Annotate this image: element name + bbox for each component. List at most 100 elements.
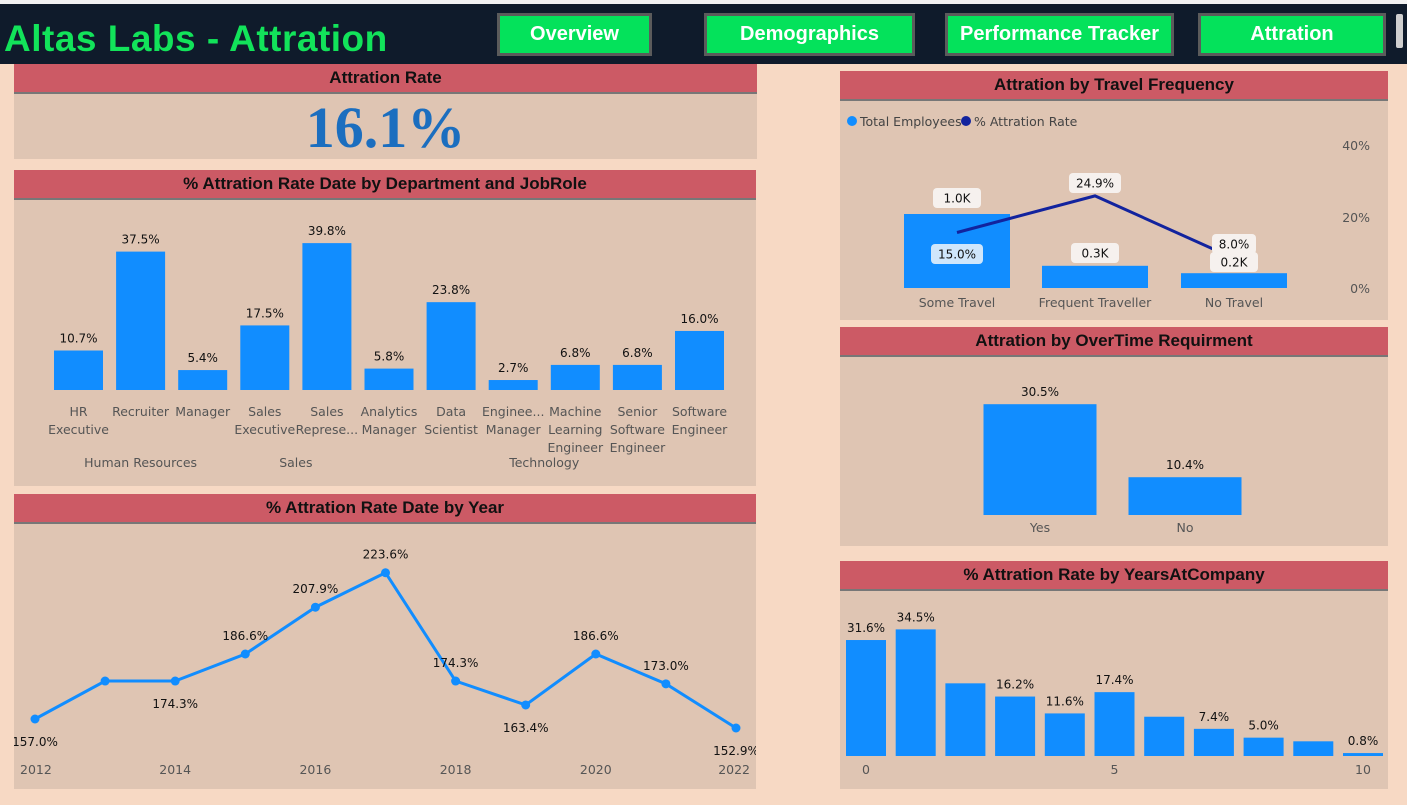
- year-line-chart: 157.0% 174.3% 186.6% 207.9% 223.6% 174.3% 163.…: [14, 548, 756, 777]
- data-label: 23.8%: [432, 283, 470, 297]
- data-point: [240, 649, 250, 659]
- dept-jobrole-chart: 10.7% HR Executive 37.5% Recruiter 5.4% Manage…: [48, 224, 729, 470]
- years-panel: % Attration Rate by YearsAtCompany 31.6%…: [840, 561, 1388, 789]
- data-point: [661, 679, 671, 689]
- overtime-panel: Attration by OverTime Requirment 30.5% Ye…: [840, 327, 1388, 546]
- nav-performance-tracker-button[interactable]: Performance Tracker: [945, 13, 1174, 56]
- bar: [1293, 741, 1334, 756]
- tick-label: Recruiter: [112, 404, 170, 419]
- kpi-panel: Attration Rate 16.1%: [14, 64, 757, 160]
- tick-label: Scientist: [424, 422, 478, 437]
- legend-label: % Attration Rate: [974, 114, 1078, 129]
- tick-label: Analytics: [361, 404, 418, 419]
- bar: [1044, 713, 1085, 756]
- bar: [426, 302, 476, 390]
- data-label: 5.0%: [1248, 719, 1279, 733]
- legend-marker: [847, 116, 857, 126]
- data-label: 5.8%: [374, 350, 405, 364]
- x-tick-label: 2016: [299, 762, 331, 777]
- tick-label: Manager: [175, 404, 231, 419]
- bar: [178, 370, 228, 390]
- bar: [550, 364, 600, 390]
- bar: [945, 683, 986, 756]
- travel-combo-chart: Total Employees % Attration Rate 0% 20% 40% S…: [847, 114, 1370, 310]
- bar: [983, 404, 1097, 515]
- x-tick-label: 2020: [580, 762, 612, 777]
- bar: [1181, 273, 1287, 288]
- data-label: 15.0%: [938, 248, 976, 262]
- dept-jobrole-panel: % Attration Rate Date by Department and …: [14, 170, 756, 486]
- group-label: Technology: [508, 455, 580, 470]
- x-tick-label: 0: [862, 762, 870, 777]
- data-label: 1.0K: [944, 192, 972, 206]
- data-label: 24.9%: [1076, 177, 1114, 191]
- data-label: 152.9%: [713, 744, 756, 758]
- data-label: 16.0%: [680, 312, 718, 326]
- nav-demographics-button[interactable]: Demographics: [704, 13, 915, 56]
- kpi-value: 16.1%: [305, 95, 466, 160]
- data-point: [521, 700, 531, 710]
- bar: [1193, 728, 1234, 756]
- bar: [1094, 692, 1135, 756]
- data-label: 34.5%: [897, 610, 935, 624]
- data-label: 7.4%: [1199, 710, 1230, 724]
- page-scrollbar[interactable]: [1396, 14, 1403, 48]
- x-tick-label: 2014: [159, 762, 191, 777]
- tick-label: Machine: [549, 404, 602, 419]
- data-label: 5.4%: [187, 351, 218, 365]
- data-label: 2.7%: [498, 361, 529, 375]
- data-label: 39.8%: [308, 224, 346, 238]
- nav-attration-button[interactable]: Attration: [1198, 13, 1386, 56]
- bar: [612, 364, 662, 390]
- data-label: 11.6%: [1046, 694, 1084, 708]
- travel-panel: Attration by Travel Frequency Total Empl…: [840, 71, 1388, 320]
- bar: [1144, 716, 1185, 756]
- nav-overview-button[interactable]: Overview: [497, 13, 652, 56]
- data-label: 0.2K: [1221, 256, 1249, 270]
- data-label: 37.5%: [122, 233, 160, 247]
- data-point: [451, 676, 461, 686]
- tick-label: Learning: [548, 422, 602, 437]
- data-label: 207.9%: [293, 582, 339, 596]
- tick-label: Engineer: [672, 422, 729, 437]
- x-tick-label: 10: [1355, 762, 1371, 777]
- legend-label: Total Employees: [859, 114, 962, 129]
- bar: [995, 696, 1036, 756]
- x-tick-label: Some Travel: [919, 295, 996, 310]
- bar: [364, 368, 414, 390]
- tick-label: Executive: [234, 422, 295, 437]
- data-label: 163.4%: [503, 721, 549, 735]
- data-label: 17.4%: [1095, 673, 1133, 687]
- bar: [675, 330, 724, 390]
- x-tick-label: No Travel: [1205, 295, 1263, 310]
- top-bar: Altas Labs - Attration Overview Demograp…: [0, 0, 1407, 64]
- data-label: 223.6%: [363, 548, 409, 562]
- group-label: Human Resources: [84, 455, 197, 470]
- data-label: 6.8%: [560, 346, 591, 360]
- tick-label: Engineer: [547, 440, 604, 455]
- data-point: [731, 723, 741, 733]
- y-tick-label: 40%: [1342, 138, 1370, 153]
- x-tick-label: No: [1177, 520, 1194, 535]
- x-tick-label: 5: [1111, 762, 1119, 777]
- data-label: 186.6%: [573, 629, 619, 643]
- bar: [116, 251, 166, 390]
- data-label: 174.3%: [152, 697, 198, 711]
- tick-label: Software: [672, 404, 727, 419]
- bar: [54, 350, 103, 390]
- bar: [846, 640, 886, 756]
- bar: [895, 629, 936, 756]
- app-title: Altas Labs - Attration: [4, 18, 388, 59]
- tick-label: Executive: [48, 422, 109, 437]
- tick-label: Software: [610, 422, 665, 437]
- data-point: [30, 714, 40, 724]
- bar: [1243, 737, 1284, 756]
- data-label: 174.3%: [433, 656, 479, 670]
- bar: [302, 243, 352, 390]
- kpi-title: Attration Rate: [14, 64, 757, 94]
- tick-label: Enginee...: [482, 404, 544, 419]
- data-label: 10.4%: [1166, 458, 1204, 472]
- bar: [1343, 753, 1383, 756]
- tick-label: Sales: [248, 404, 281, 419]
- y-tick-label: 20%: [1342, 210, 1370, 225]
